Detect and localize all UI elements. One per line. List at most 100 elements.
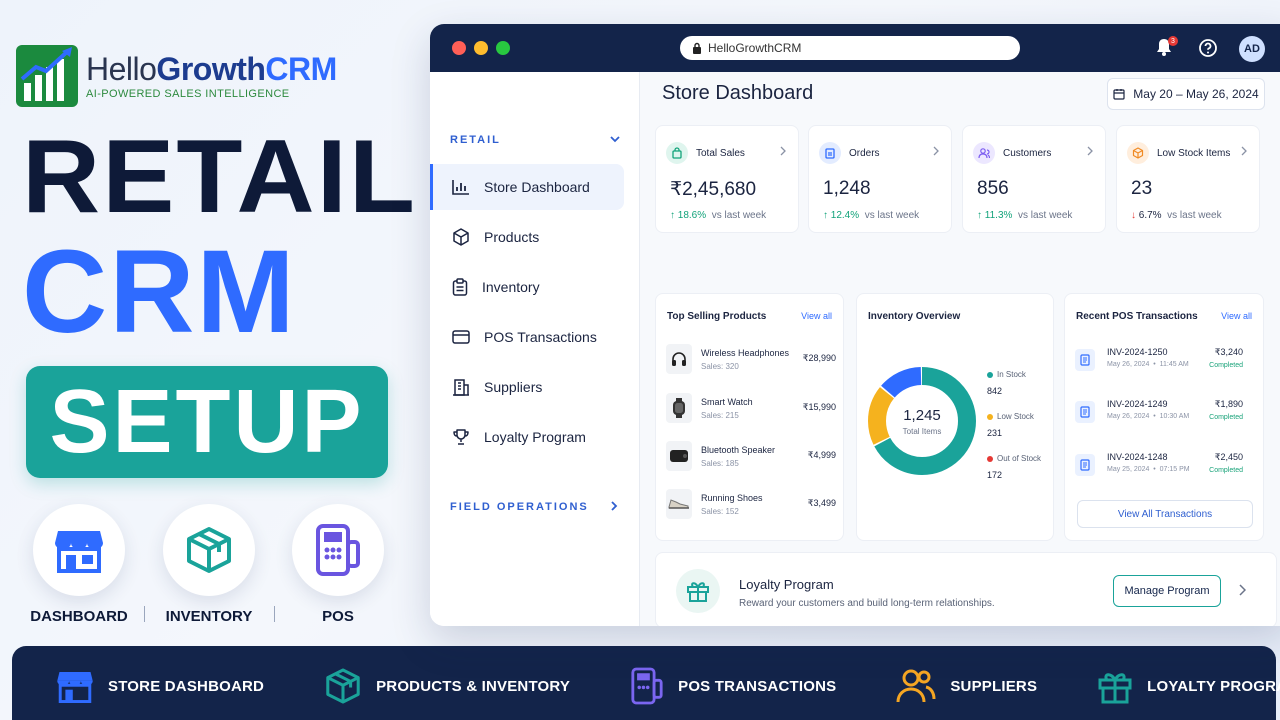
transaction-row[interactable]: INV-2024-1248 May 25, 2024 • 07:15 PM ₹2… — [1075, 450, 1243, 484]
clipboard-icon — [452, 278, 468, 296]
recent-transactions-card: Recent POS Transactions View all INV-202… — [1064, 293, 1264, 541]
help-icon[interactable] — [1198, 38, 1218, 58]
sidebar-item-loyalty-program[interactable]: Loyalty Program — [430, 414, 624, 460]
feature-label: INVENTORY — [165, 608, 253, 625]
kpi-card-orders[interactable]: Orders 1,248 ↑ 12.4% vs last week — [808, 125, 952, 233]
bar-item-loyalty-program: LOYALTY PROGRAM — [1097, 646, 1280, 720]
sidebar-item-pos-transactions[interactable]: POS Transactions — [430, 314, 624, 360]
view-all-products-link[interactable]: View all — [801, 311, 832, 321]
arrow-down-icon: ↓ — [1131, 210, 1136, 221]
storefront-icon — [55, 531, 103, 573]
feature-label: POS — [322, 608, 354, 625]
kpi-label: Orders — [849, 148, 880, 159]
product-sales: Sales: 152 — [701, 507, 739, 516]
product-row[interactable]: Running Shoes Sales: 152 ₹3,499 — [666, 489, 836, 523]
lock-icon — [693, 42, 701, 54]
headline-crm: CRM — [22, 226, 297, 358]
bar-label: LOYALTY PROGRAM — [1147, 677, 1280, 695]
chevron-right-icon — [933, 146, 939, 156]
shoe-icon — [666, 489, 692, 519]
kpi-card-customers[interactable]: Customers 856 ↑ 11.3% vs last week — [962, 125, 1106, 233]
bar-label: PRODUCTS & INVENTORY — [376, 677, 571, 695]
chevron-right-icon — [1087, 146, 1093, 156]
sidebar-section-field-operations[interactable]: FIELD OPERATIONS — [450, 501, 589, 513]
sidebar-section-retail[interactable]: RETAIL — [450, 134, 501, 146]
date-range-text: May 20 – May 26, 2024 — [1133, 87, 1259, 101]
sidebar-item-label: Suppliers — [484, 379, 543, 395]
credit-card-icon — [452, 330, 470, 344]
chevron-right-icon[interactable] — [1239, 584, 1246, 596]
pos-terminal-icon — [316, 524, 360, 576]
users-icon — [896, 669, 936, 703]
main-content: Store Dashboard May 20 – May 26, 2024 To… — [640, 72, 1280, 626]
kpi-card-low-stock[interactable]: Low Stock Items 23 ↓ 6.7% vs last week — [1116, 125, 1260, 233]
product-name: Running Shoes — [701, 493, 763, 503]
maximize-window-button[interactable] — [496, 41, 510, 55]
transaction-status: Completed — [1209, 362, 1243, 369]
address-bar[interactable]: HelloGrowthCRM — [680, 36, 1020, 60]
bar-item-products-inventory: PRODUCTS & INVENTORY — [324, 646, 570, 720]
kpi-card-total-sales[interactable]: Total Sales ₹2,45,680 ↑ 18.6% vs last we… — [655, 125, 799, 233]
kpi-value: 23 — [1131, 178, 1153, 199]
minimize-window-button[interactable] — [474, 41, 488, 55]
card-title: Top Selling Products — [667, 311, 767, 322]
chevron-right-icon[interactable] — [610, 501, 618, 511]
building-icon — [453, 379, 469, 396]
product-price: ₹28,990 — [802, 353, 836, 363]
receipt-icon — [1075, 454, 1095, 476]
arrow-up-icon: ↑ — [670, 210, 675, 221]
loyalty-subtitle: Reward your customers and build long-ter… — [739, 598, 995, 609]
box-icon — [326, 668, 360, 704]
transaction-status: Completed — [1209, 467, 1243, 474]
kpi-delta: ↑ 18.6% vs last week — [670, 210, 767, 221]
clipboard-icon — [819, 142, 841, 164]
sidebar-item-inventory[interactable]: Inventory — [430, 264, 624, 310]
feature-pos: POS — [292, 504, 384, 625]
box-icon — [187, 527, 231, 573]
gift-icon — [676, 569, 720, 613]
view-all-transactions-link[interactable]: View all — [1221, 311, 1252, 321]
sidebar-item-suppliers[interactable]: Suppliers — [430, 364, 624, 410]
date-range-picker[interactable]: May 20 – May 26, 2024 — [1107, 78, 1265, 110]
donut-total-label: Total Items — [903, 427, 942, 436]
users-icon — [973, 142, 995, 164]
product-name: Wireless Headphones — [701, 348, 790, 358]
storefront-icon — [57, 671, 93, 703]
manage-program-button[interactable]: Manage Program — [1113, 575, 1221, 607]
chevron-down-icon[interactable] — [610, 135, 620, 143]
gift-icon — [1098, 673, 1132, 704]
product-price: ₹4,999 — [807, 450, 836, 460]
transaction-id: INV-2024-1250 — [1107, 347, 1168, 357]
product-row[interactable]: Wireless Headphones Sales: 320 ₹28,990 — [666, 344, 836, 378]
legend-low-stock: Low Stock 231 — [987, 412, 1034, 438]
product-price: ₹3,499 — [807, 498, 836, 508]
user-avatar[interactable]: AD — [1239, 36, 1265, 62]
bottom-feature-bar: STORE DASHBOARD PRODUCTS & INVENTORY POS… — [12, 646, 1280, 720]
transaction-row[interactable]: INV-2024-1249 May 26, 2024 • 10:30 AM ₹1… — [1075, 397, 1243, 431]
speaker-icon — [666, 441, 692, 471]
brand-name: HelloGrowthCRM — [86, 51, 337, 87]
close-window-button[interactable] — [452, 41, 466, 55]
box-icon — [1127, 142, 1149, 164]
view-all-transactions-button[interactable]: View All Transactions — [1077, 500, 1253, 528]
product-name: Smart Watch — [701, 397, 753, 407]
sidebar-item-store-dashboard[interactable]: Store Dashboard — [430, 164, 624, 210]
transaction-datetime: May 26, 2024 • 10:30 AM — [1107, 413, 1190, 420]
arrow-up-icon: ↑ — [977, 210, 982, 221]
product-row[interactable]: Bluetooth Speaker Sales: 185 ₹4,999 — [666, 441, 836, 475]
chevron-right-icon — [780, 146, 786, 156]
shopping-bag-icon — [666, 142, 688, 164]
pos-terminal-icon — [631, 667, 663, 705]
sidebar-item-label: Store Dashboard — [484, 179, 590, 195]
sidebar-item-products[interactable]: Products — [430, 214, 624, 260]
feature-dashboard: DASHBOARD — [30, 504, 128, 625]
product-row[interactable]: Smart Watch Sales: 215 ₹15,990 — [666, 393, 836, 427]
sidebar-item-label: POS Transactions — [484, 329, 597, 345]
product-sales: Sales: 320 — [701, 362, 739, 371]
transaction-row[interactable]: INV-2024-1250 May 26, 2024 • 11:45 AM ₹3… — [1075, 345, 1243, 379]
headline-setup: SETUP — [49, 371, 365, 472]
kpi-delta: ↓ 6.7% vs last week — [1131, 210, 1222, 221]
loyalty-title: Loyalty Program — [739, 577, 834, 592]
kpi-label: Total Sales — [696, 148, 745, 159]
bar-item-suppliers: SUPPLIERS — [896, 646, 1037, 720]
